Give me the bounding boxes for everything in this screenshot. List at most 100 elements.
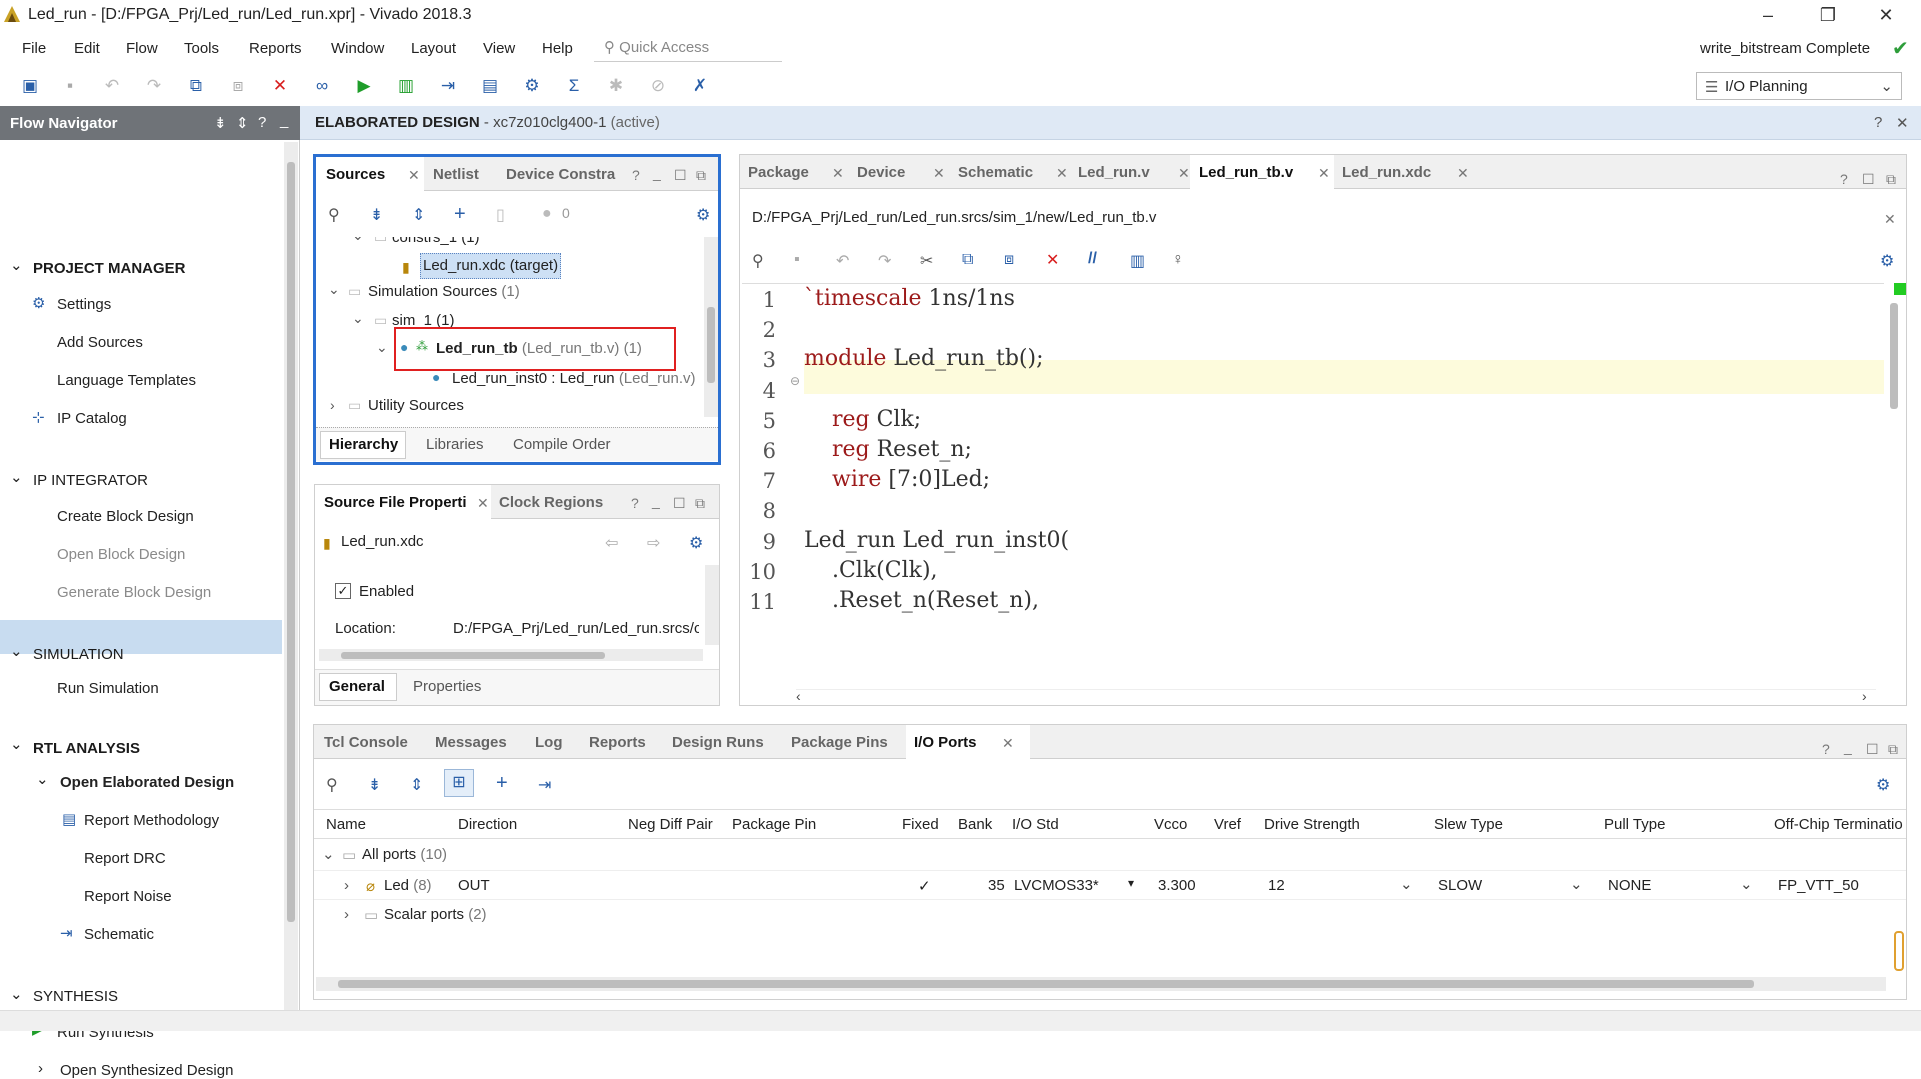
- copy-icon[interactable]: ⧉: [962, 251, 973, 269]
- flow-nav-scrollbar[interactable]: [284, 142, 298, 1030]
- col-direction[interactable]: Direction: [458, 816, 517, 833]
- help-icon[interactable]: ?: [632, 167, 640, 183]
- close-tab-icon[interactable]: ✕: [1002, 735, 1014, 752]
- col-vref[interactable]: Vref: [1214, 816, 1241, 833]
- tab-led-run-xdc[interactable]: Led_run.xdc: [1342, 164, 1431, 181]
- gear-icon[interactable]: ⚙: [1876, 775, 1890, 795]
- nav-ip-catalog[interactable]: IP Catalog: [57, 410, 127, 427]
- tree-simulation-sources[interactable]: Simulation Sources (1): [368, 283, 520, 300]
- enabled-checkbox[interactable]: ✓: [335, 583, 351, 599]
- menu-layout[interactable]: Layout: [411, 40, 456, 57]
- close-tab-icon[interactable]: ✕: [1178, 165, 1190, 182]
- col-bank[interactable]: Bank: [958, 816, 992, 833]
- save-icon[interactable]: ▪: [794, 251, 800, 269]
- comment-icon[interactable]: //: [1088, 250, 1097, 268]
- close-icon[interactable]: ✕: [1896, 114, 1909, 132]
- tab-package[interactable]: Package: [748, 164, 809, 181]
- run-icon[interactable]: ▶: [352, 74, 376, 98]
- dropdown-icon[interactable]: ▾: [1128, 876, 1134, 890]
- tab-io-ports[interactable]: I/O Ports: [914, 734, 977, 751]
- scrollbar-thumb[interactable]: [707, 307, 715, 383]
- col-drive-strength[interactable]: Drive Strength: [1264, 816, 1360, 833]
- gear-icon[interactable]: ⚙: [689, 533, 703, 553]
- editor-hscrollbar[interactable]: ‹ ›: [796, 688, 1876, 704]
- add-icon[interactable]: +: [496, 772, 508, 795]
- group-by-icon[interactable]: ⊞: [444, 769, 474, 797]
- col-pull-type[interactable]: Pull Type: [1604, 816, 1665, 833]
- chevron-down-icon[interactable]: ⌄: [1400, 875, 1413, 893]
- tab-general[interactable]: General: [329, 678, 385, 695]
- chevron-down-icon[interactable]: ⌄: [322, 845, 335, 863]
- vertical-scroll-indicator[interactable]: [1894, 931, 1904, 971]
- col-fixed[interactable]: Fixed: [902, 816, 939, 833]
- tree-constrs[interactable]: constrs_1 (1): [392, 237, 480, 246]
- nav-run-simulation[interactable]: Run Simulation: [57, 680, 159, 697]
- lightbulb-icon[interactable]: ♀: [1172, 251, 1184, 269]
- close-tab-icon[interactable]: ✕: [1457, 165, 1469, 182]
- undo-icon[interactable]: ↶: [100, 74, 124, 98]
- maximize-icon[interactable]: ☐: [1866, 741, 1879, 758]
- tab-package-pins[interactable]: Package Pins: [791, 734, 888, 751]
- col-slew-type[interactable]: Slew Type: [1434, 816, 1503, 833]
- add-sources-icon[interactable]: +: [454, 203, 466, 226]
- cell-fixed[interactable]: ✓: [918, 877, 931, 895]
- tab-device[interactable]: Device: [857, 164, 905, 181]
- maximize-icon[interactable]: ☐: [1862, 171, 1875, 188]
- help-icon[interactable]: ?: [1840, 171, 1848, 187]
- tab-properties[interactable]: Properties: [413, 678, 481, 695]
- sources-scrollbar[interactable]: [704, 237, 718, 417]
- menu-flow[interactable]: Flow: [126, 40, 158, 57]
- chevron-down-icon[interactable]: ⌄: [1740, 875, 1753, 893]
- collapse-all-icon[interactable]: ⇟: [370, 205, 383, 225]
- close-window-button[interactable]: ✕: [1866, 2, 1906, 28]
- chevron-down-icon[interactable]: ⌄: [10, 985, 23, 1003]
- gear-icon[interactable]: ⚙: [696, 205, 710, 225]
- menu-edit[interactable]: Edit: [74, 40, 100, 57]
- minimize-icon[interactable]: _: [653, 165, 661, 181]
- chevron-down-icon[interactable]: ⌄: [352, 237, 364, 244]
- delete-icon[interactable]: ✕: [268, 74, 292, 98]
- nav-language-templates[interactable]: Language Templates: [57, 372, 196, 389]
- fold-icon[interactable]: ⊖: [790, 374, 800, 388]
- menu-view[interactable]: View: [483, 40, 515, 57]
- close-tab-icon[interactable]: ✕: [1318, 165, 1330, 182]
- close-tab-icon[interactable]: ✕: [408, 167, 420, 184]
- tab-led-run-v[interactable]: Led_run.v: [1078, 164, 1150, 181]
- redo-icon[interactable]: ↷: [142, 74, 166, 98]
- close-tab-icon[interactable]: ✕: [1056, 165, 1068, 182]
- implementation-icon[interactable]: ⇥: [436, 74, 460, 98]
- code-area[interactable]: ⊖ 1 `timescale 1ns/1ns 2 3 module Led_run_tb…: [742, 283, 1884, 687]
- help-icon[interactable]: ?: [1822, 741, 1830, 757]
- expand-all-icon[interactable]: ⇕: [236, 114, 249, 132]
- section-simulation[interactable]: SIMULATION: [33, 646, 124, 663]
- settings-gear-icon[interactable]: ⚙: [520, 74, 544, 98]
- nav-settings[interactable]: Settings: [57, 296, 111, 313]
- close-tab-icon[interactable]: ✕: [477, 495, 489, 512]
- expand-all-icon[interactable]: ⇕: [410, 775, 423, 795]
- column-icon[interactable]: ▥: [1130, 251, 1145, 271]
- menu-tools[interactable]: Tools: [184, 40, 219, 57]
- expand-all-icon[interactable]: ⇕: [412, 205, 425, 225]
- cell-drive-strength[interactable]: 12: [1268, 877, 1285, 894]
- menu-window[interactable]: Window: [331, 40, 384, 57]
- probe-icon[interactable]: ⊘: [646, 74, 670, 98]
- tree-led-run-inst0[interactable]: Led_run_inst0 : Led_run (Led_run.v): [452, 370, 696, 387]
- close-tab-icon[interactable]: ✕: [832, 165, 844, 182]
- tab-tcl-console[interactable]: Tcl Console: [324, 734, 408, 751]
- scroll-left-icon[interactable]: ‹: [796, 688, 801, 704]
- collapse-all-icon[interactable]: ⇟: [368, 775, 381, 795]
- minimize-panel-icon[interactable]: _: [280, 112, 288, 129]
- ports-hscrollbar[interactable]: [316, 977, 1886, 991]
- section-rtl-analysis[interactable]: RTL ANALYSIS: [33, 740, 140, 757]
- tab-source-file-properties[interactable]: Source File Properti: [324, 494, 467, 511]
- paste-icon[interactable]: ⧈: [226, 74, 250, 98]
- section-synthesis[interactable]: SYNTHESIS: [33, 988, 118, 1005]
- help-icon[interactable]: ?: [258, 114, 266, 131]
- editor-vscrollbar[interactable]: [1884, 283, 1906, 687]
- quick-access-input[interactable]: ⚲ Quick Access: [594, 32, 782, 62]
- nav-add-sources[interactable]: Add Sources: [57, 334, 143, 351]
- tree-xdc-file[interactable]: Led_run.xdc (target): [420, 253, 562, 279]
- chevron-down-icon[interactable]: ⌄: [1570, 875, 1583, 893]
- forward-arrow-icon[interactable]: ⇨: [647, 533, 660, 553]
- menu-reports[interactable]: Reports: [249, 40, 302, 57]
